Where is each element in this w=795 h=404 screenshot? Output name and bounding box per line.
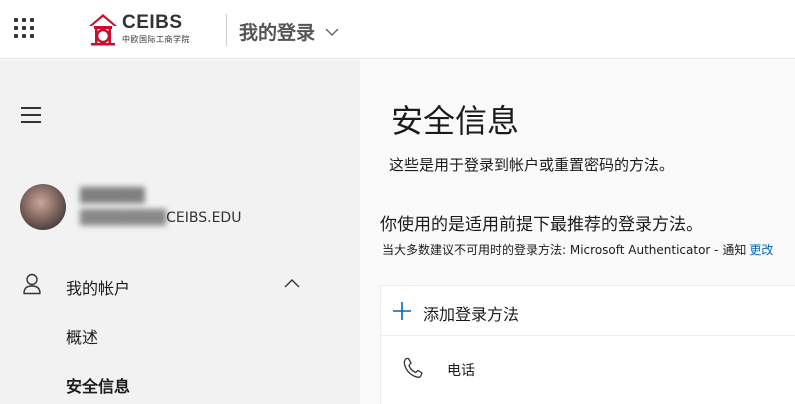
my-signins-menu[interactable]: 我的登录 <box>239 18 339 45</box>
header-divider <box>226 14 227 46</box>
sidebar-item-security-info[interactable]: 安全信息 <box>66 373 130 397</box>
chevron-down-icon <box>325 28 339 36</box>
sidebar-item-my-account[interactable]: 我的帐户 <box>0 264 360 304</box>
change-default-link[interactable]: 更改 <box>749 243 773 257</box>
sidebar-item-my-account-label: 我的帐户 <box>66 279 131 298</box>
hamburger-menu-icon[interactable] <box>21 107 41 125</box>
brand-subtitle: 中欧国际工商学院 <box>122 35 190 44</box>
page-description: 这些是用于登录到帐户或重置密码的方法。 <box>389 156 675 174</box>
person-icon <box>23 273 41 295</box>
methods-card: 添加登录方法 电话 <box>380 285 795 404</box>
top-bar: CEIBS 中欧国际工商学院 我的登录 <box>0 0 795 59</box>
brand-name: CEIBS <box>122 12 183 33</box>
method-label-phone: 电话 <box>447 363 475 379</box>
user-email-masked: ████████ <box>80 210 167 226</box>
ceibs-logo: CEIBS 中欧国际工商学院 <box>86 10 196 48</box>
user-email: ████████CEIBS.EDU <box>80 210 241 226</box>
sidebar-item-overview[interactable]: 概述 <box>66 324 98 348</box>
user-name: ██████ <box>80 188 145 204</box>
app-launcher-icon[interactable] <box>14 18 34 38</box>
default-method-heading: 你使用的是适用前提下最推荐的登录方法。 <box>380 215 703 235</box>
chevron-up-icon[interactable] <box>284 277 300 289</box>
phone-icon <box>403 357 423 378</box>
add-method-button[interactable]: 添加登录方法 <box>381 286 795 336</box>
page-title: 安全信息 <box>391 102 520 140</box>
user-email-domain: CEIBS.EDU <box>166 210 242 226</box>
avatar <box>20 184 66 230</box>
main-content: 安全信息 这些是用于登录到帐户或重置密码的方法。 你使用的是适用前提下最推荐的登… <box>360 60 795 404</box>
app-title: 我的登录 <box>239 22 316 44</box>
ceibs-emblem-icon <box>89 14 117 46</box>
plus-icon <box>393 302 411 320</box>
method-row-phone: 电话 <box>381 336 795 404</box>
sidebar: ██████ ████████CEIBS.EDU 我的帐户 概述 安全信息 <box>0 60 360 404</box>
add-method-label: 添加登录方法 <box>423 305 520 324</box>
default-method-line: 当大多数建议不可用时的登录方法: Microsoft Authenticator… <box>382 241 773 258</box>
default-method-text: 当大多数建议不可用时的登录方法: Microsoft Authenticator… <box>382 243 747 257</box>
